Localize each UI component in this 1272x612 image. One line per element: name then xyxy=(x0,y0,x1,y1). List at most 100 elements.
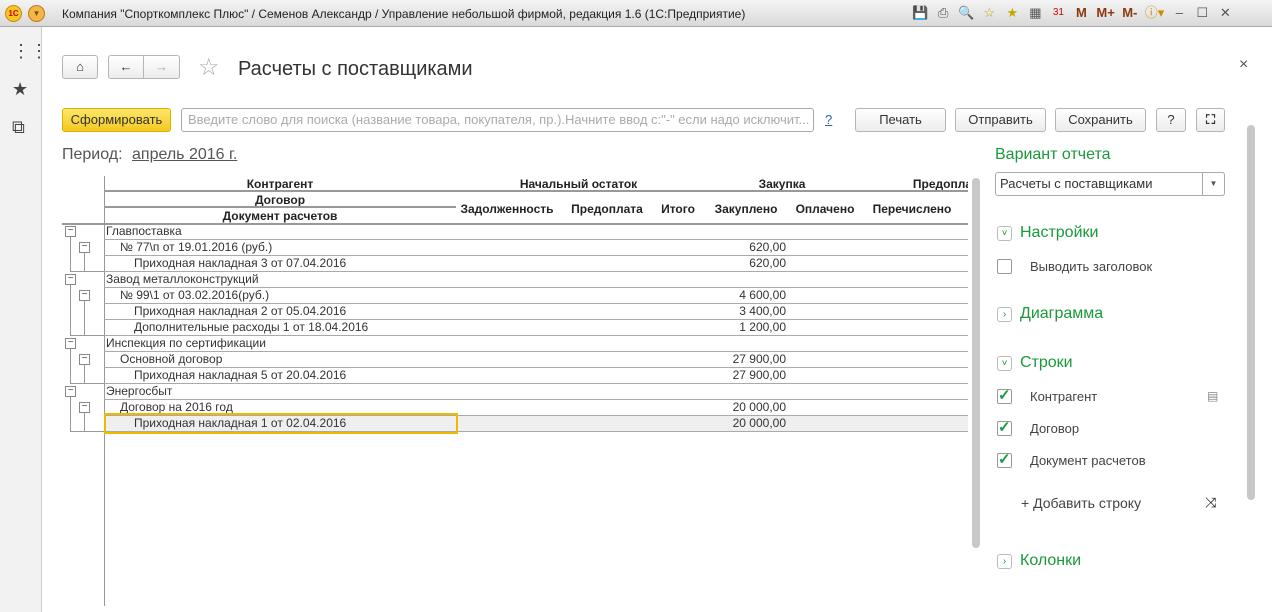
show-header-checkbox[interactable] xyxy=(997,259,1012,274)
memory-button[interactable]: M xyxy=(1073,4,1089,22)
table-row[interactable]: № 99\1 от 03.02.2016(руб.) 4 600,00 xyxy=(104,288,968,304)
generate-button[interactable]: Сформировать xyxy=(62,108,171,132)
collapse-toggle[interactable]: − xyxy=(79,354,90,365)
period-link[interactable]: апрель 2016 г. xyxy=(132,146,237,164)
table-row[interactable]: Приходная накладная 2 от 05.04.2016 3 40… xyxy=(104,304,968,320)
row-document-checkbox[interactable]: ✓ xyxy=(997,452,1012,468)
section-chart[interactable]: Диаграмма xyxy=(1020,305,1103,323)
save-button[interactable]: Сохранить xyxy=(1055,108,1146,132)
print-button[interactable]: Печать xyxy=(855,108,946,132)
section-settings[interactable]: Настройки xyxy=(1020,224,1098,242)
row-contract-label: Договор xyxy=(1030,421,1080,436)
favorite-star-icon[interactable]: ☆ xyxy=(198,53,220,82)
section-columns[interactable]: Колонки xyxy=(1020,552,1081,570)
send-button[interactable]: Отправить xyxy=(955,108,1046,132)
save-icon[interactable]: 💾 xyxy=(912,4,928,22)
maximize-button[interactable]: ☐ xyxy=(1194,4,1210,22)
apps-grid-icon[interactable]: ⋮⋮ xyxy=(12,41,48,62)
collapse-toggle[interactable]: − xyxy=(79,402,90,413)
row-purchased: 20 000,00 xyxy=(732,416,786,430)
row-label: № 99\1 от 03.02.2016(руб.) xyxy=(120,288,270,302)
memory-plus-button[interactable]: M+ xyxy=(1096,4,1114,22)
header-purchase: Закупка xyxy=(758,177,806,191)
row-label: Приходная накладная 3 от 07.04.2016 xyxy=(134,256,347,270)
table-row[interactable]: Дополнительные расходы 1 от 18.04.2016 1… xyxy=(104,320,968,336)
add-favorite-icon[interactable]: ☆ xyxy=(981,4,997,22)
chevron-right-icon[interactable]: › xyxy=(997,307,1012,322)
table-row[interactable]: Приходная накладная 3 от 07.04.2016 620,… xyxy=(104,256,968,272)
header-contract: Договор xyxy=(254,193,306,207)
report-table: Контрагент Начальный остаток Закупка Пре… xyxy=(62,176,968,606)
collapse-toggle[interactable]: − xyxy=(79,290,90,301)
table-row[interactable]: Завод металлоконструкций xyxy=(104,272,968,288)
row-label: Приходная накладная 2 от 05.04.2016 xyxy=(134,304,347,318)
row-label: Энергосбыт xyxy=(106,384,173,398)
row-label: Главпоставка xyxy=(106,224,182,238)
main-menu-button[interactable]: ▾ xyxy=(28,5,45,22)
chevron-down-icon[interactable]: ˅ xyxy=(997,226,1012,241)
variant-value: Расчеты с поставщиками xyxy=(1000,176,1153,191)
row-purchased: 620,00 xyxy=(749,240,786,254)
section-rows[interactable]: Строки xyxy=(1020,354,1073,372)
1c-logo-icon: 1С xyxy=(5,5,22,22)
help-button[interactable]: ? xyxy=(1156,108,1186,132)
row-purchased: 27 900,00 xyxy=(732,352,786,366)
header-paid: Оплачено xyxy=(795,202,855,216)
print-icon[interactable]: ⎙ xyxy=(935,4,951,22)
row-label: Дополнительные расходы 1 от 18.04.2016 xyxy=(134,320,369,334)
report-scrollbar[interactable] xyxy=(972,178,980,548)
table-row[interactable]: Приходная накладная 5 от 20.04.2016 27 9… xyxy=(104,368,968,384)
collapse-toggle[interactable]: − xyxy=(65,226,76,237)
collapse-toggle[interactable]: − xyxy=(65,386,76,397)
search-help-link[interactable]: ? xyxy=(825,112,832,127)
collapse-toggle[interactable]: − xyxy=(79,242,90,253)
sections-panel: ⋮⋮ ★ ⧉ xyxy=(0,27,48,612)
calendar-icon[interactable]: 31 xyxy=(1050,4,1066,22)
info-icon[interactable]: ⓘ▾ xyxy=(1145,4,1165,22)
collapse-toggle[interactable]: − xyxy=(65,274,76,285)
header-purchased: Закуплено xyxy=(714,202,778,216)
back-button[interactable]: ← xyxy=(108,55,144,79)
window-title: Компания "Спорткомплекс Плюс" / Семенов … xyxy=(62,7,746,21)
preview-icon[interactable]: 🔍 xyxy=(958,4,974,22)
add-row-button[interactable]: + Добавить строку xyxy=(1021,495,1141,511)
table-row[interactable]: Главпоставка xyxy=(104,224,968,240)
home-button[interactable]: ⌂ xyxy=(62,55,98,79)
row-purchased: 20 000,00 xyxy=(732,400,786,414)
fullscreen-icon[interactable]: ⛶ xyxy=(1196,108,1225,132)
search-input[interactable]: Введите слово для поиска (название товар… xyxy=(181,108,814,132)
favorites-star-icon[interactable]: ★ xyxy=(12,79,28,100)
history-icon[interactable]: ⧉ xyxy=(12,117,25,138)
chevron-right-icon[interactable]: › xyxy=(997,554,1012,569)
settings-scrollbar[interactable] xyxy=(1247,125,1255,500)
row-counterparty-checkbox[interactable]: ✓ xyxy=(997,388,1012,404)
collapse-toggle[interactable]: − xyxy=(65,338,76,349)
header-counterparty: Контрагент xyxy=(246,177,314,191)
row-label: № 77\п от 19.01.2016 (руб.) xyxy=(120,240,273,254)
close-icon[interactable]: × xyxy=(1239,56,1248,74)
row-contract-checkbox[interactable]: ✓ xyxy=(997,420,1012,436)
favorites-icon[interactable]: ★ xyxy=(1004,4,1020,22)
table-row[interactable]: Инспекция по сертификации xyxy=(104,336,968,352)
table-row[interactable]: № 77\п от 19.01.2016 (руб.) 620,00 xyxy=(104,240,968,256)
group-icon[interactable]: ▤ xyxy=(1207,389,1218,403)
header-opening: Начальный остаток xyxy=(519,177,638,191)
chevron-down-icon[interactable]: ˅ xyxy=(997,356,1012,371)
minimize-button[interactable]: – xyxy=(1171,4,1187,22)
calculator-icon[interactable]: ▦ xyxy=(1027,4,1043,22)
row-label: Завод металлоконструкций xyxy=(106,272,259,286)
row-label: Инспекция по сертификации xyxy=(106,336,266,350)
variant-title: Вариант отчета xyxy=(995,146,1111,163)
row-label: Основной договор xyxy=(120,352,223,366)
table-row[interactable]: Энергосбыт xyxy=(104,384,968,400)
memory-minus-button[interactable]: M- xyxy=(1122,4,1138,22)
shuffle-icon[interactable]: ⤨ xyxy=(1205,494,1216,511)
forward-button[interactable]: → xyxy=(143,55,180,79)
table-row[interactable]: Основной договор 27 900,00 xyxy=(104,352,968,368)
variant-select[interactable]: Расчеты с поставщиками ▼ xyxy=(995,172,1225,196)
chevron-down-icon[interactable]: ▼ xyxy=(1202,173,1224,195)
row-purchased: 3 400,00 xyxy=(739,304,786,318)
header-total: Итого xyxy=(661,202,695,216)
selected-cell xyxy=(104,413,458,434)
close-window-button[interactable]: ✕ xyxy=(1217,4,1233,22)
